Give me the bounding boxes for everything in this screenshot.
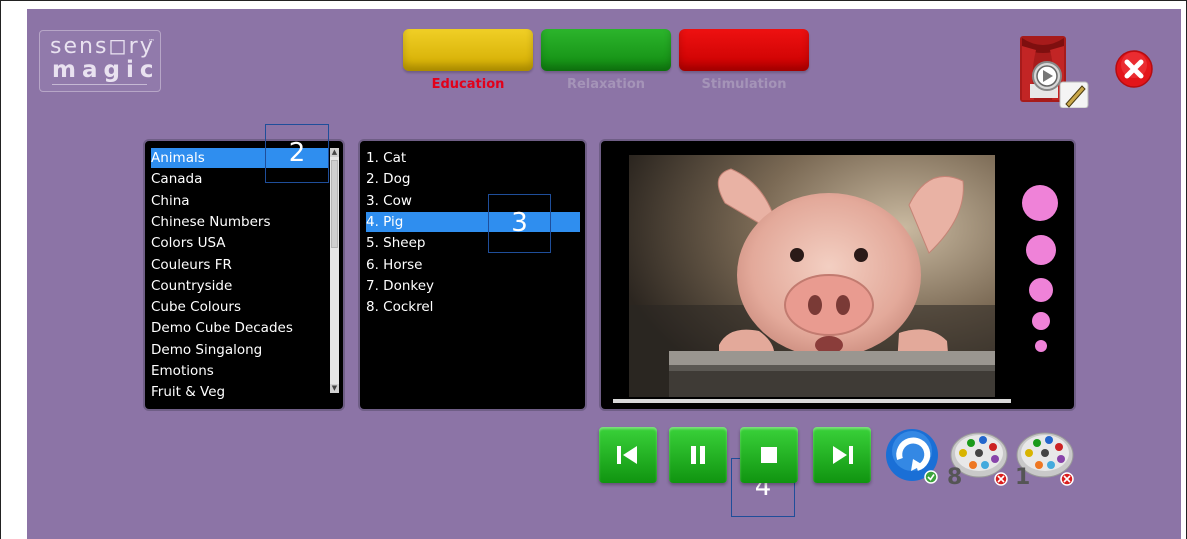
scroll-down-icon[interactable]: ▼ [330, 384, 339, 393]
cube1-count: 8 [947, 465, 963, 490]
pig-photo [629, 155, 995, 397]
previous-button[interactable] [599, 427, 657, 483]
annotation-2: 2 [265, 124, 329, 183]
track-list-item[interactable]: 7. Donkey [366, 276, 580, 296]
category-stimulation-button[interactable] [679, 29, 809, 71]
track-list-item[interactable]: 1. Cat [366, 148, 580, 168]
frame-border-top [0, 0, 1187, 1]
next-button[interactable] [813, 427, 871, 483]
stop-icon [761, 447, 777, 463]
category-education-button[interactable] [403, 29, 533, 71]
annotation-3: 3 [488, 194, 551, 253]
frame-border-left [0, 0, 1, 539]
volume-dot-4[interactable] [1032, 312, 1050, 330]
volume-dot-3[interactable] [1029, 278, 1053, 302]
category-relaxation-button[interactable] [541, 29, 671, 71]
stop-button[interactable] [740, 427, 798, 483]
preview-progress-bar[interactable] [613, 399, 1011, 403]
app-background: sens◻ry ™ magic Education Relaxation Sti… [27, 9, 1181, 539]
scroll-up-icon[interactable]: ▲ [330, 148, 339, 157]
repeat-icon [886, 429, 938, 484]
topic-list-item[interactable]: Fruit & Veg [151, 382, 329, 402]
topic-list-item[interactable]: Cube Colours [151, 297, 329, 317]
theatre-editor-icon[interactable] [1020, 34, 1090, 109]
skip-previous-icon [617, 446, 637, 464]
pause-icon [691, 446, 705, 464]
track-list-item[interactable]: 8. Cockrel [366, 297, 580, 317]
skip-next-icon [833, 446, 853, 464]
cube-device-icon-2[interactable]: 1 [1013, 427, 1077, 491]
logo-tm: ™ [148, 38, 155, 46]
sensory-magic-logo: sens◻ry ™ magic [39, 30, 161, 92]
topic-list-item[interactable]: Emotions [151, 361, 329, 381]
pause-button[interactable] [669, 427, 727, 483]
topics-scrollbar[interactable]: ▲ ▼ [330, 148, 339, 393]
logo-underline [52, 84, 147, 85]
category-education-label: Education [431, 77, 505, 92]
category-relaxation-label: Relaxation [566, 77, 646, 92]
volume-dot-5[interactable] [1035, 340, 1047, 352]
topic-list-item[interactable]: Chinese Numbers [151, 212, 329, 232]
topic-list-item[interactable]: Demo Singalong [151, 340, 329, 360]
tracks-list: 1. Cat 2. Dog 3. Cow 4. Pig 5. Sheep 6. Horse… [358, 139, 587, 411]
volume-dot-1[interactable] [1022, 185, 1058, 221]
close-icon[interactable] [1114, 49, 1154, 89]
repeat-button[interactable] [883, 427, 943, 487]
track-list-item[interactable]: 2. Dog [366, 169, 580, 189]
scroll-thumb[interactable] [331, 160, 338, 248]
topic-list-item[interactable]: Couleurs FR [151, 255, 329, 275]
topic-list-item[interactable]: Colors USA [151, 233, 329, 253]
logo-line1: sens◻ry [50, 34, 155, 59]
window-frame: sens◻ry ™ magic Education Relaxation Sti… [0, 0, 1187, 539]
topic-list-item[interactable]: Countryside [151, 276, 329, 296]
cube-device-icon-1[interactable]: 8 [947, 427, 1011, 491]
preview-panel [599, 139, 1076, 411]
cube2-count: 1 [1015, 465, 1031, 490]
category-stimulation-label: Stimulation [701, 77, 787, 92]
volume-dot-2[interactable] [1026, 235, 1056, 265]
topic-list-item[interactable]: Demo Cube Decades [151, 318, 329, 338]
logo-line2: magic [52, 57, 160, 83]
topic-list-item[interactable]: China [151, 191, 329, 211]
track-list-item[interactable]: 6. Horse [366, 255, 580, 275]
